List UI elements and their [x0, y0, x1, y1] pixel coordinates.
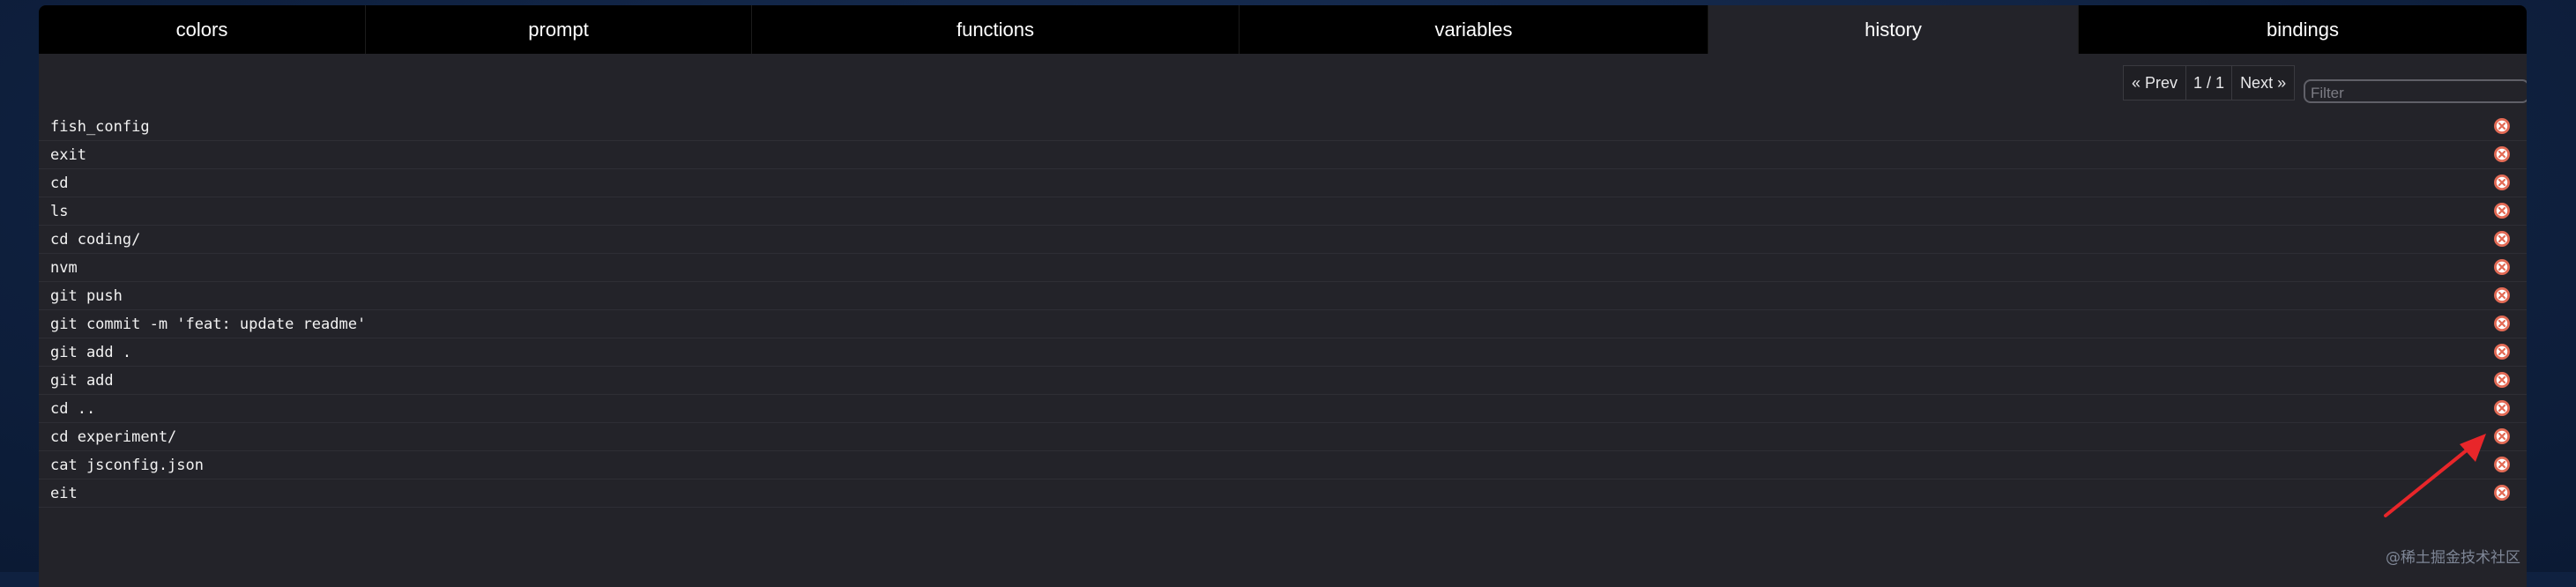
delete-icon[interactable]: [2493, 343, 2511, 360]
history-command: cd coding/: [50, 231, 141, 249]
tab-prompt[interactable]: prompt: [366, 5, 752, 54]
delete-icon[interactable]: [2493, 286, 2511, 304]
watermark: @稀土掘金技术社区: [2386, 549, 2520, 567]
history-command: cd ..: [50, 400, 96, 418]
delete-icon[interactable]: [2493, 145, 2511, 163]
history-command: nvm: [50, 259, 78, 277]
history-command: eit: [50, 485, 78, 502]
tab-history[interactable]: history: [1709, 5, 2079, 54]
history-command: ls: [50, 203, 69, 220]
history-command: cd: [50, 175, 69, 192]
filter-input[interactable]: [2304, 79, 2527, 103]
history-row: git add: [39, 367, 2527, 395]
annotation-arrow: [2384, 434, 2486, 517]
page-indicator: 1 / 1: [2186, 66, 2233, 100]
history-list: fish_configexit cd ls cd coding/nvm git push…: [39, 113, 2527, 508]
delete-icon[interactable]: [2493, 174, 2511, 191]
delete-icon[interactable]: [2493, 427, 2511, 445]
tab-variables[interactable]: variables: [1240, 5, 1709, 54]
history-row: exit: [39, 141, 2527, 169]
delete-icon[interactable]: [2493, 371, 2511, 389]
delete-icon[interactable]: [2493, 230, 2511, 248]
tab-colors[interactable]: colors: [39, 5, 366, 54]
history-command: cat jsconfig.json: [50, 457, 204, 474]
history-command: exit: [50, 146, 86, 164]
history-command: git push: [50, 287, 123, 305]
history-row: nvm: [39, 254, 2527, 282]
prev-page-button[interactable]: « Prev: [2124, 66, 2187, 100]
fish-config-window: colors prompt functions variables histor…: [39, 5, 2527, 587]
history-row: git commit -m 'feat: update readme': [39, 310, 2527, 338]
history-row: ls: [39, 197, 2527, 226]
history-command: git commit -m 'feat: update readme': [50, 316, 367, 333]
delete-icon[interactable]: [2493, 117, 2511, 135]
history-command: fish_config: [50, 118, 150, 136]
delete-icon[interactable]: [2493, 399, 2511, 417]
next-page-button[interactable]: Next »: [2232, 66, 2295, 100]
delete-icon[interactable]: [2493, 484, 2511, 502]
history-command: cd experiment/: [50, 428, 177, 446]
history-command: git add: [50, 372, 114, 390]
delete-icon[interactable]: [2493, 315, 2511, 332]
history-row: eit: [39, 479, 2527, 508]
delete-icon[interactable]: [2493, 456, 2511, 473]
history-row: cat jsconfig.json: [39, 451, 2527, 479]
history-row: cd: [39, 169, 2527, 197]
history-row: cd experiment/: [39, 423, 2527, 451]
tab-bindings[interactable]: bindings: [2079, 5, 2527, 54]
delete-icon[interactable]: [2493, 202, 2511, 219]
history-row: fish_config: [39, 113, 2527, 141]
history-row: cd coding/: [39, 226, 2527, 254]
history-row: git add .: [39, 338, 2527, 367]
history-row: git push: [39, 282, 2527, 310]
history-command: git add .: [50, 344, 132, 361]
delete-icon[interactable]: [2493, 258, 2511, 276]
tab-functions[interactable]: functions: [752, 5, 1240, 54]
pagination: « Prev 1 / 1 Next »: [2123, 65, 2296, 100]
tab-bar: colors prompt functions variables histor…: [39, 5, 2527, 54]
history-row: cd ..: [39, 395, 2527, 423]
